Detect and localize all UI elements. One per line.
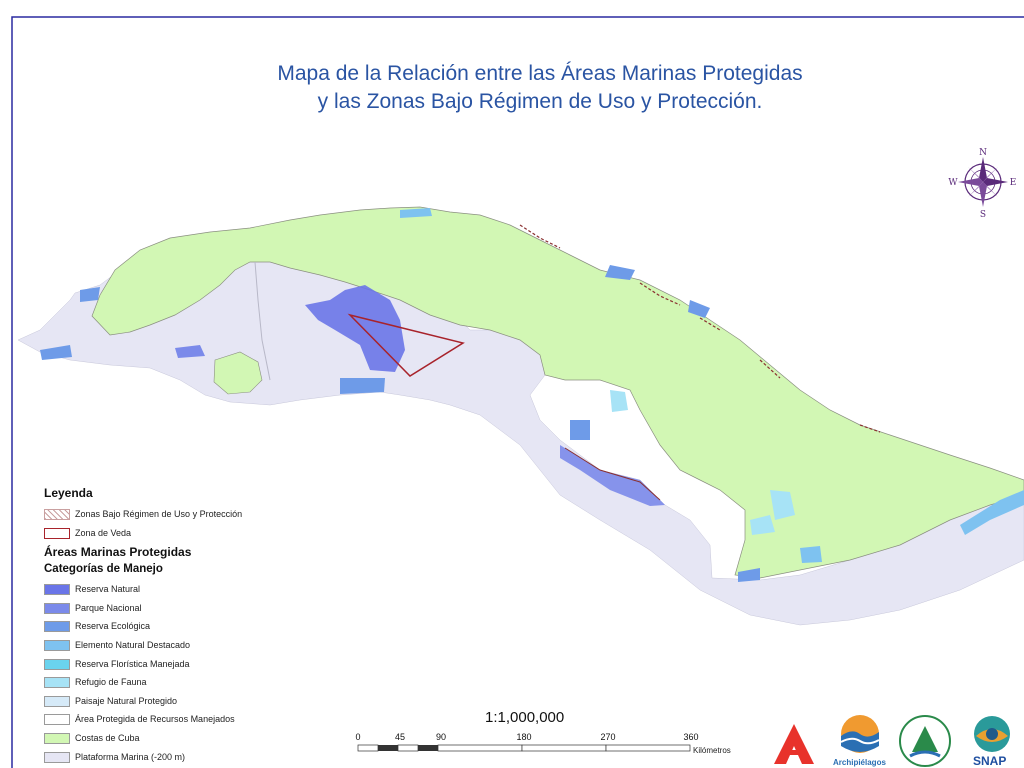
compass-n: N — [979, 148, 987, 158]
legend-item: Zona de Veda — [44, 525, 344, 544]
legend-category-list: Reserva Natural Parque Nacional Reserva Ec… — [44, 581, 344, 767]
legend-label: Área Protegida de Recursos Manejados — [75, 714, 235, 725]
legend-subsection-title: Categorías de Manejo — [44, 563, 163, 576]
legend-item: Reserva Natural — [44, 581, 344, 600]
legend-label: Plataforma Marina (-200 m) — [75, 751, 186, 762]
logos: Archipiélagos SNAP — [770, 712, 1024, 768]
parque-nacional-area-2 — [340, 378, 385, 394]
scale-tick-label: 0 — [355, 732, 361, 742]
legend-item: Reserva Ecológica — [44, 618, 344, 637]
logo-cnap-icon — [899, 715, 951, 767]
scale-tick-label: 180 — [516, 732, 532, 742]
map-title-line-1: Mapa de la Relación entre las Áreas Mari… — [277, 62, 803, 85]
paisaje-area — [800, 546, 822, 563]
legend-label: Reserva Ecológica — [75, 621, 151, 632]
scale-tick-label: 45 — [394, 732, 406, 742]
map-frame: Mapa de la Relación entre las Áreas Mari… — [0, 0, 1024, 768]
scale-unit: Kilómetros — [693, 746, 731, 755]
swatch-hatched — [44, 509, 70, 520]
logo-snap-label: SNAP — [973, 754, 1007, 768]
legend-label: Zona de Veda — [75, 527, 132, 538]
legend-item: Zonas Bajo Régimen de Uso y Protección — [44, 506, 344, 525]
legend-label: Paisaje Natural Protegido — [75, 695, 178, 706]
compass-w: W — [948, 178, 958, 188]
scale-tick-label: 270 — [600, 732, 616, 742]
legend-swatch — [44, 751, 70, 763]
compass-rose-icon: N S W E — [948, 146, 1018, 220]
legend-section-title: Áreas Marinas Protegidas — [44, 545, 192, 560]
legend-swatch — [44, 584, 70, 596]
legend-item: Área Protegida de Recursos Manejados — [44, 711, 344, 730]
scale-ratio: 1:1,000,000 — [485, 709, 565, 726]
legend-item: Paisaje Natural Protegido — [44, 693, 344, 712]
legend-label: Zonas Bajo Régimen de Uso y Protección — [75, 509, 243, 519]
legend-swatch — [44, 714, 70, 726]
legend-swatch — [44, 658, 70, 670]
legend-swatch — [44, 639, 70, 651]
legend: Leyenda Zonas Bajo Régimen de Uso y Prot… — [44, 486, 344, 767]
compass-e: E — [1010, 178, 1017, 188]
legend-item: Refugio de Fauna — [44, 674, 344, 693]
legend-label: Reserva Natural — [75, 584, 141, 595]
legend-item: Elemento Natural Destacado — [44, 637, 344, 656]
scale-tick-label: 90 — [435, 732, 447, 742]
legend-swatch — [44, 621, 70, 633]
legend-swatch — [44, 677, 70, 689]
reserva-ecologica-area — [80, 287, 100, 302]
logo-a-icon — [774, 724, 814, 764]
legend-item: Plataforma Marina (-200 m) — [44, 749, 344, 768]
legend-label: Refugio de Fauna — [75, 677, 147, 688]
scale-bar: 0 45 90 180 270 360 Kilómetros — [355, 732, 777, 768]
legend-heading: Leyenda — [44, 486, 93, 500]
legend-label: Reserva Florística Manejada — [75, 658, 190, 669]
elemento-natural-area-2 — [610, 390, 628, 412]
legend-swatch — [44, 602, 70, 614]
map-title-line-2: y las Zonas Bajo Régimen de Uso y Protec… — [317, 90, 763, 113]
legend-item: Parque Nacional — [44, 600, 344, 619]
legend-swatch — [44, 695, 70, 707]
legend-label: Parque Nacional — [75, 602, 142, 613]
compass-s: S — [980, 210, 986, 218]
legend-label: Elemento Natural Destacado — [75, 639, 191, 650]
scale-tick-label: 360 — [683, 732, 699, 742]
legend-item: Reserva Florística Manejada — [44, 656, 344, 675]
elemento-natural-area — [570, 420, 590, 440]
legend-swatch — [44, 732, 70, 744]
logo-archipielagos-label: Archipiélagos — [833, 758, 886, 767]
logo-snap-icon — [974, 716, 1010, 752]
logo-archipielagos-icon — [840, 715, 880, 753]
legend-label: Costas de Cuba — [75, 732, 140, 743]
swatch-red-outline — [44, 527, 70, 539]
legend-item: Costas de Cuba — [44, 730, 344, 749]
